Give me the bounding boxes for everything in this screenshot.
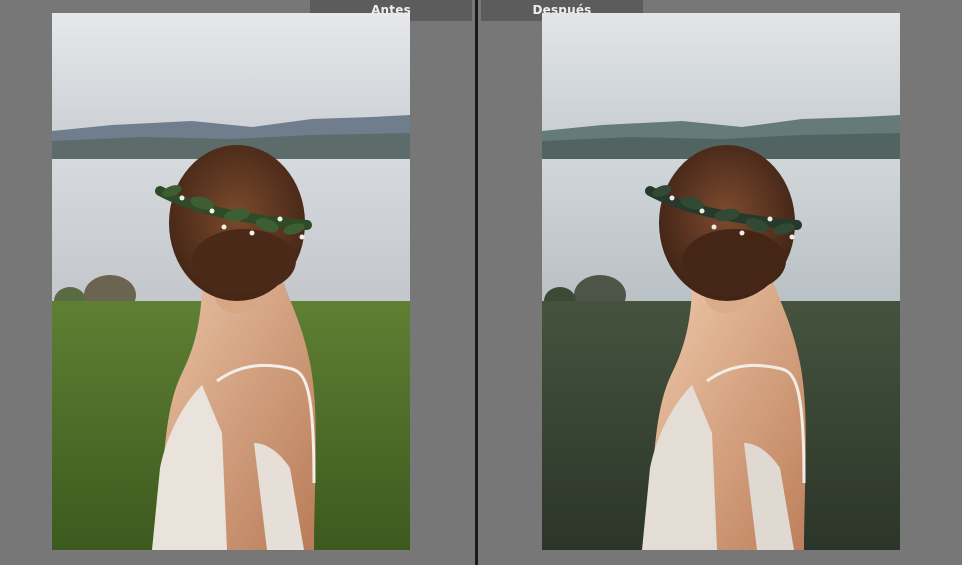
after-pane: Después [478, 0, 962, 565]
after-photo[interactable] [542, 13, 900, 550]
before-pane: Antes [0, 0, 475, 565]
bride-photo-original-icon [52, 13, 410, 550]
before-photo[interactable] [52, 13, 410, 550]
before-after-compare-view: Antes Después [0, 0, 962, 565]
bride-photo-edited-icon [542, 13, 900, 550]
